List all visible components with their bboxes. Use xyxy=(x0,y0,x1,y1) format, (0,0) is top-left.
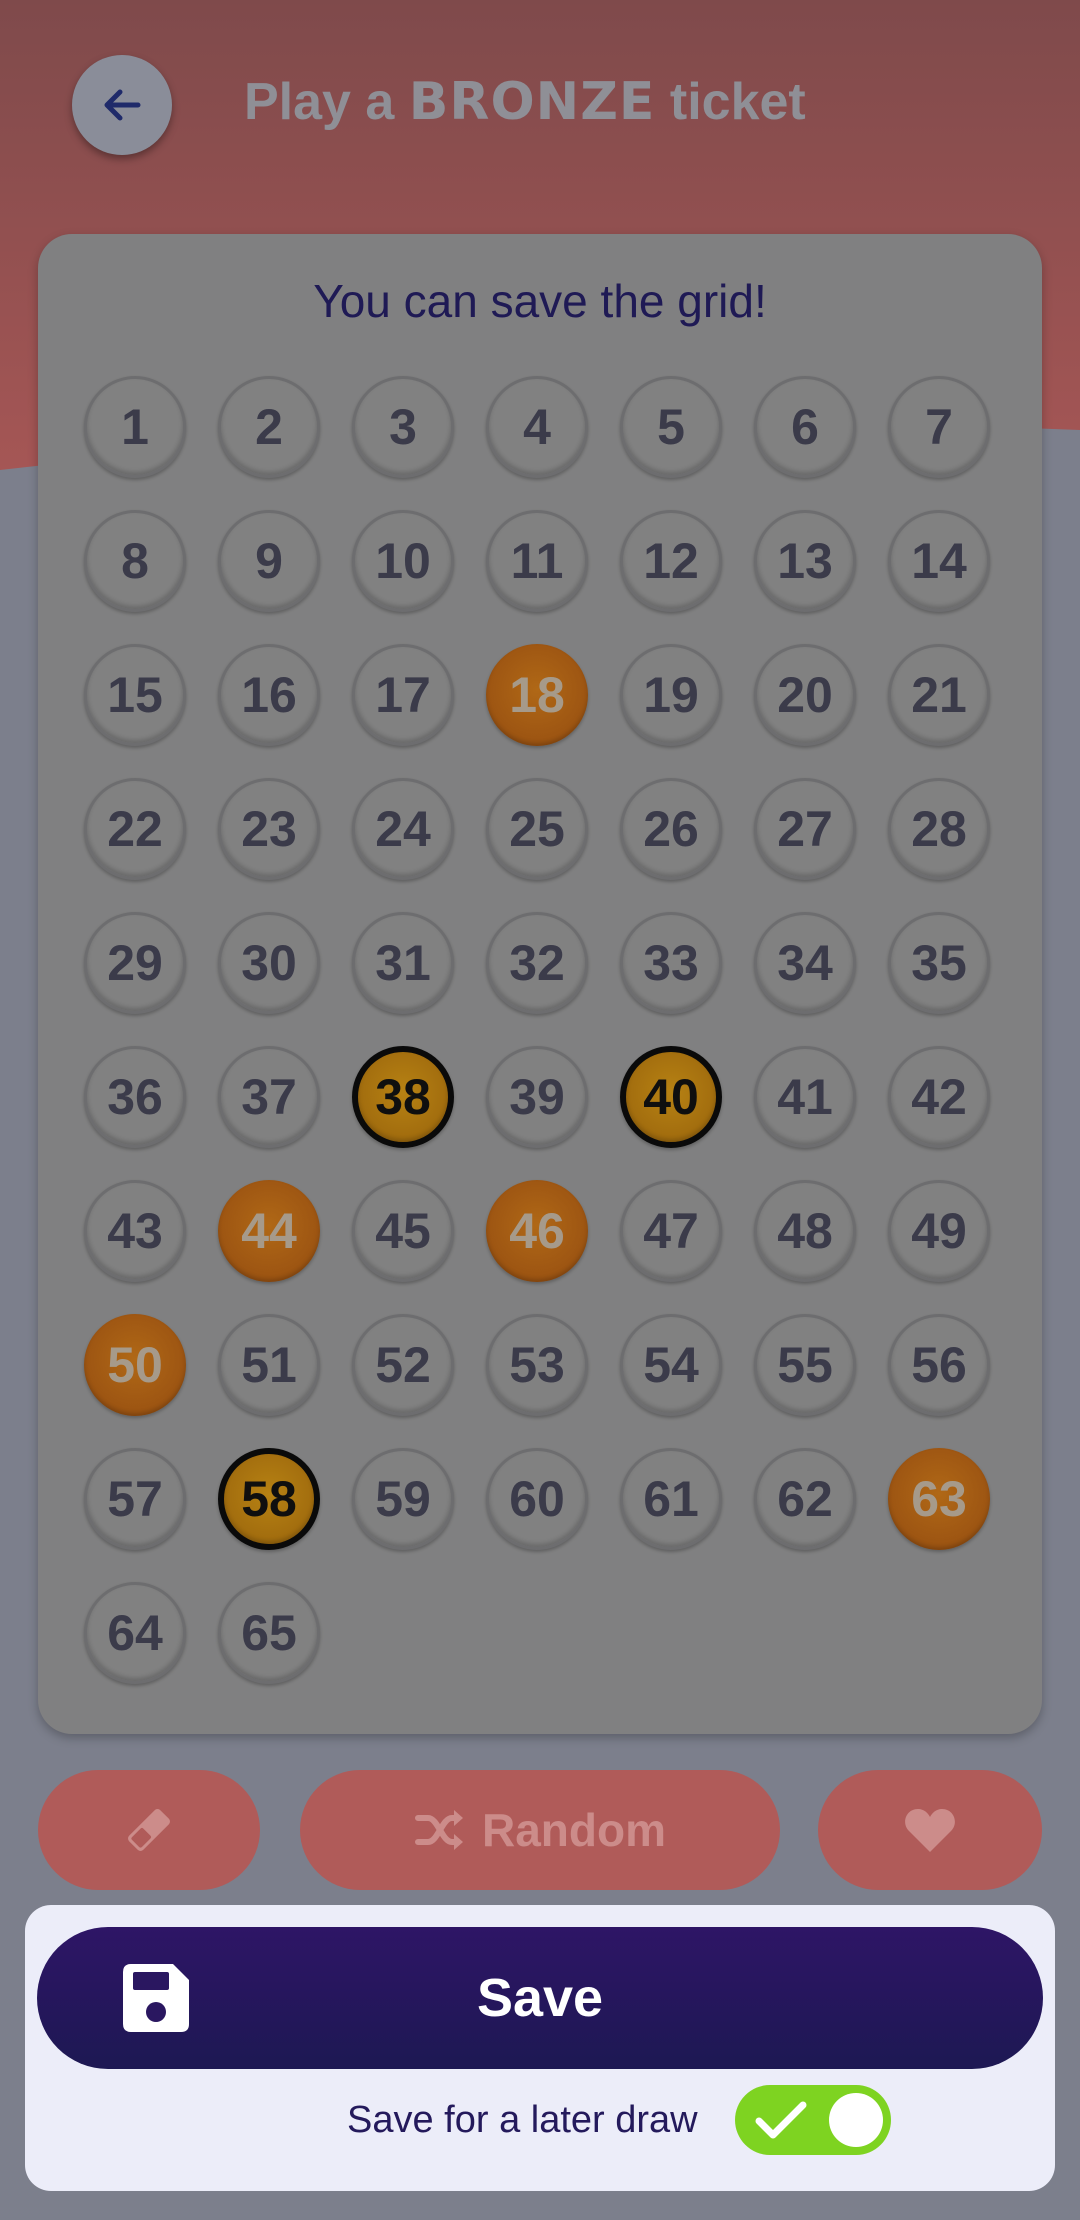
number-ball-34[interactable]: 34 xyxy=(754,912,856,1014)
number-ball-29[interactable]: 29 xyxy=(84,912,186,1014)
title-prefix: Play a xyxy=(244,73,395,131)
number-ball-45[interactable]: 45 xyxy=(352,1180,454,1282)
number-ball-44[interactable]: 44 xyxy=(218,1180,320,1282)
number-ball-58[interactable]: 58 xyxy=(218,1448,320,1550)
heart-icon xyxy=(905,1809,955,1852)
number-ball-25[interactable]: 25 xyxy=(486,778,588,880)
number-ball-14[interactable]: 14 xyxy=(888,510,990,612)
number-ball-16[interactable]: 16 xyxy=(218,644,320,746)
number-ball-32[interactable]: 32 xyxy=(486,912,588,1014)
floppy-disk-icon xyxy=(123,1964,189,2032)
favorite-button[interactable] xyxy=(818,1770,1042,1890)
number-ball-55[interactable]: 55 xyxy=(754,1314,856,1416)
number-ball-26[interactable]: 26 xyxy=(620,778,722,880)
back-button[interactable] xyxy=(72,55,172,155)
number-ball-20[interactable]: 20 xyxy=(754,644,856,746)
number-ball-9[interactable]: 9 xyxy=(218,510,320,612)
number-ball-43[interactable]: 43 xyxy=(84,1180,186,1282)
number-ball-64[interactable]: 64 xyxy=(84,1582,186,1684)
shuffle-icon xyxy=(415,1810,463,1850)
save-sheet: Save Save for a later draw xyxy=(25,1905,1055,2191)
toggle-knob xyxy=(829,2093,883,2147)
number-ball-39[interactable]: 39 xyxy=(486,1046,588,1148)
save-later-toggle[interactable] xyxy=(735,2085,891,2155)
number-ball-41[interactable]: 41 xyxy=(754,1046,856,1148)
save-button[interactable]: Save xyxy=(37,1927,1043,2069)
number-ball-18[interactable]: 18 xyxy=(486,644,588,746)
number-ball-33[interactable]: 33 xyxy=(620,912,722,1014)
number-ball-49[interactable]: 49 xyxy=(888,1180,990,1282)
number-ball-1[interactable]: 1 xyxy=(84,376,186,478)
number-ball-17[interactable]: 17 xyxy=(352,644,454,746)
number-ball-7[interactable]: 7 xyxy=(888,376,990,478)
number-ball-12[interactable]: 12 xyxy=(620,510,722,612)
title-suffix: ticket xyxy=(669,73,806,131)
number-ball-11[interactable]: 11 xyxy=(486,510,588,612)
number-ball-42[interactable]: 42 xyxy=(888,1046,990,1148)
number-ball-36[interactable]: 36 xyxy=(84,1046,186,1148)
eraser-icon xyxy=(128,1809,170,1851)
number-ball-65[interactable]: 65 xyxy=(218,1582,320,1684)
number-ball-30[interactable]: 30 xyxy=(218,912,320,1014)
arrow-left-icon xyxy=(104,89,141,121)
random-button[interactable]: Random xyxy=(300,1770,780,1890)
number-ball-28[interactable]: 28 xyxy=(888,778,990,880)
number-ball-4[interactable]: 4 xyxy=(486,376,588,478)
number-ball-60[interactable]: 60 xyxy=(486,1448,588,1550)
number-ball-46[interactable]: 46 xyxy=(486,1180,588,1282)
check-icon xyxy=(755,2101,807,2139)
number-ball-24[interactable]: 24 xyxy=(352,778,454,880)
number-ball-15[interactable]: 15 xyxy=(84,644,186,746)
save-label: Save xyxy=(476,1968,604,2028)
number-ball-13[interactable]: 13 xyxy=(754,510,856,612)
number-ball-62[interactable]: 62 xyxy=(754,1448,856,1550)
number-ball-37[interactable]: 37 xyxy=(218,1046,320,1148)
number-ball-50[interactable]: 50 xyxy=(84,1314,186,1416)
number-ball-23[interactable]: 23 xyxy=(218,778,320,880)
save-later-label: Save for a later draw xyxy=(347,2099,698,2141)
number-ball-56[interactable]: 56 xyxy=(888,1314,990,1416)
number-ball-22[interactable]: 22 xyxy=(84,778,186,880)
number-ball-61[interactable]: 61 xyxy=(620,1448,722,1550)
number-grid-card: You can save the grid! 1 2 3 4 5 6 7 8 9 10 11 12 13… xyxy=(38,234,1042,1734)
number-ball-27[interactable]: 27 xyxy=(754,778,856,880)
number-ball-10[interactable]: 10 xyxy=(352,510,454,612)
clear-button[interactable] xyxy=(38,1770,260,1890)
grid-title: You can save the grid! xyxy=(313,275,767,327)
number-ball-54[interactable]: 54 xyxy=(620,1314,722,1416)
number-ball-47[interactable]: 47 xyxy=(620,1180,722,1282)
title-tier: BRONZE xyxy=(408,72,656,132)
number-ball-5[interactable]: 5 xyxy=(620,376,722,478)
page-title: Play a BRONZE ticket xyxy=(244,72,806,138)
number-ball-59[interactable]: 59 xyxy=(352,1448,454,1550)
number-ball-52[interactable]: 52 xyxy=(352,1314,454,1416)
number-ball-48[interactable]: 48 xyxy=(754,1180,856,1282)
random-label: Random xyxy=(482,1804,666,1856)
number-ball-40[interactable]: 40 xyxy=(620,1046,722,1148)
number-ball-8[interactable]: 8 xyxy=(84,510,186,612)
save-later-row: Save for a later draw xyxy=(25,2085,1055,2155)
number-ball-19[interactable]: 19 xyxy=(620,644,722,746)
number-ball-3[interactable]: 3 xyxy=(352,376,454,478)
number-ball-53[interactable]: 53 xyxy=(486,1314,588,1416)
number-ball-35[interactable]: 35 xyxy=(888,912,990,1014)
number-ball-57[interactable]: 57 xyxy=(84,1448,186,1550)
number-ball-63[interactable]: 63 xyxy=(888,1448,990,1550)
number-ball-2[interactable]: 2 xyxy=(218,376,320,478)
number-ball-38[interactable]: 38 xyxy=(352,1046,454,1148)
number-ball-6[interactable]: 6 xyxy=(754,376,856,478)
number-ball-31[interactable]: 31 xyxy=(352,912,454,1014)
number-ball-21[interactable]: 21 xyxy=(888,644,990,746)
number-ball-51[interactable]: 51 xyxy=(218,1314,320,1416)
